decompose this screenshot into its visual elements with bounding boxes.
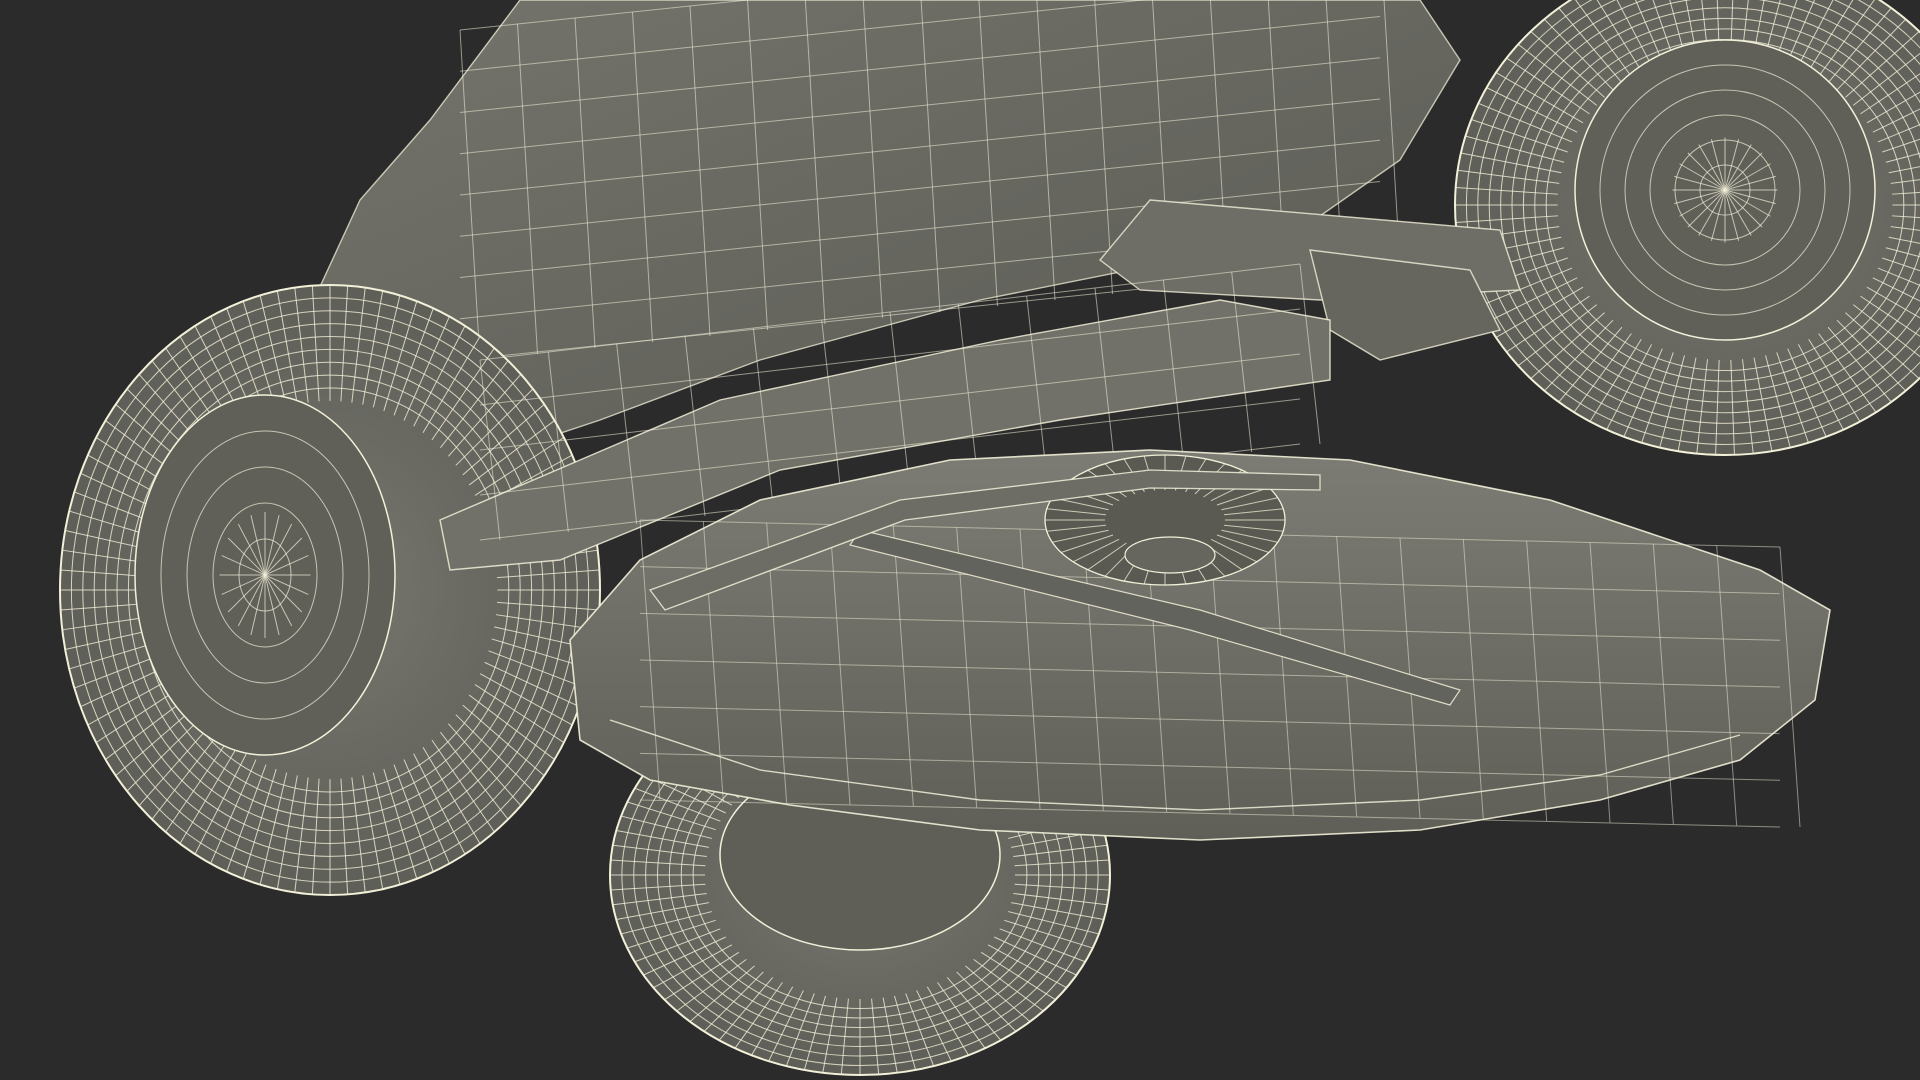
wheel-left-front [59, 284, 601, 896]
wireframe-render-viewport [0, 0, 1920, 1080]
